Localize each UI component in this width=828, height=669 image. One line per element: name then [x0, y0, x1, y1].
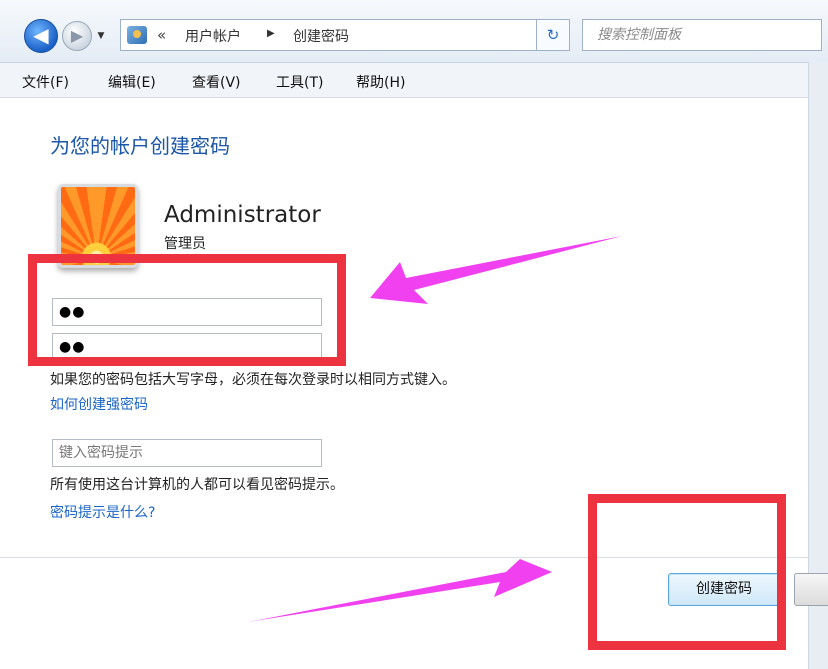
arrow-to-create-button: [248, 559, 552, 622]
arrow-to-password-fields: [370, 236, 622, 304]
annotation-arrows: [248, 236, 622, 622]
